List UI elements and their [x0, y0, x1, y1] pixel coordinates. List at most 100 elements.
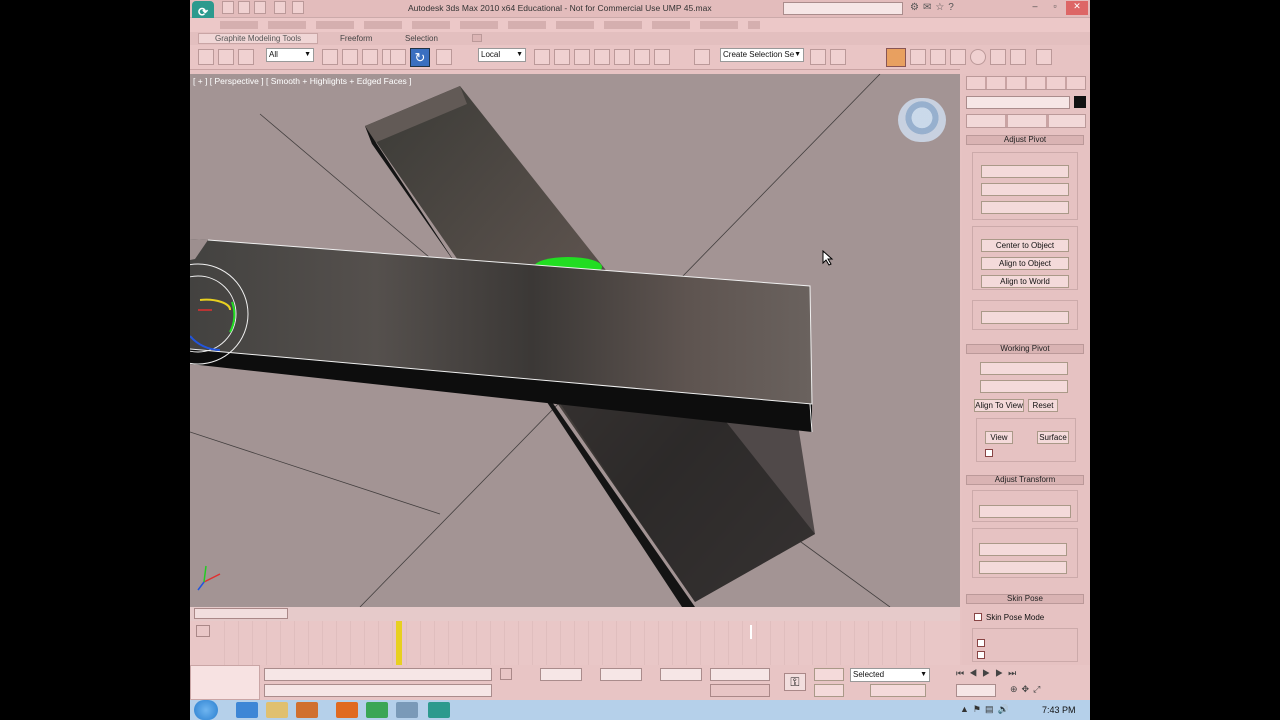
z-coordinate-field[interactable]	[660, 668, 702, 681]
schematic-view-icon[interactable]	[950, 49, 966, 65]
select-manipulate-icon[interactable]	[554, 49, 570, 65]
maximize-button[interactable]: ▫	[1046, 1, 1064, 15]
render-setup-icon[interactable]	[990, 49, 1006, 65]
edit-working-pivot-button[interactable]	[980, 362, 1068, 375]
unlink-icon[interactable]	[238, 49, 254, 65]
tab-graphite-modeling-tools[interactable]: Graphite Modeling Tools	[198, 33, 319, 44]
ribbon-toggle-icon[interactable]	[472, 34, 482, 42]
link-icon[interactable]	[218, 49, 234, 65]
undo-icon[interactable]	[274, 1, 286, 14]
navigation-controls[interactable]: ⊕✥⤢	[1010, 684, 1088, 697]
taskbar-clock[interactable]: 7:43 PM	[1042, 705, 1076, 715]
layer-manager-icon[interactable]	[886, 48, 906, 67]
curve-editor-icon[interactable]	[930, 49, 946, 65]
working-pivot-rollout-header[interactable]: Working Pivot	[966, 344, 1084, 354]
tray-icons[interactable]: ▲⚑▤🔊	[960, 704, 1040, 716]
media-player-icon[interactable]	[296, 702, 318, 718]
position-checkbox[interactable]	[977, 639, 985, 647]
reset-pivot-button[interactable]	[981, 311, 1069, 324]
region-select-icon[interactable]	[362, 49, 378, 65]
viewcube-icon[interactable]	[898, 98, 946, 142]
rendered-frame-icon[interactable]	[1010, 49, 1026, 65]
place-pivot-surface-button[interactable]: Surface	[1037, 431, 1069, 444]
skin-pose-mode-checkbox[interactable]	[974, 613, 982, 621]
center-to-object-button[interactable]: Center to Object	[981, 239, 1069, 252]
adjust-pivot-rollout-header[interactable]: Adjust Pivot	[966, 135, 1084, 145]
help-search-input[interactable]	[783, 2, 903, 15]
skin-pose-rollout-header[interactable]: Skin Pose	[966, 594, 1084, 604]
move-icon[interactable]	[390, 49, 406, 65]
set-key-button[interactable]	[814, 684, 844, 697]
maxscript-listener[interactable]	[190, 665, 260, 700]
command-panel-tabs[interactable]	[966, 76, 1086, 90]
affect-object-only-button[interactable]	[981, 183, 1069, 196]
rotation-checkbox[interactable]	[977, 651, 985, 659]
key-filters-button[interactable]	[870, 684, 926, 697]
perspective-viewport[interactable]: [ + ] [ Perspective ] [ Smooth + Highlig…	[190, 74, 960, 607]
place-pivot-view-button[interactable]: View	[985, 431, 1013, 444]
pivot-center-icon[interactable]	[534, 49, 550, 65]
menu-items[interactable]	[220, 21, 760, 29]
set-key-icon[interactable]: ⚿	[784, 673, 806, 691]
open-file-icon[interactable]	[238, 1, 250, 14]
graphite-toggle-icon[interactable]	[910, 49, 926, 65]
time-slider[interactable]	[190, 607, 960, 621]
keyboard-shortcut-icon[interactable]	[574, 49, 590, 65]
viewport-label[interactable]: [ + ] [ Perspective ] [ Smooth + Highlig…	[193, 76, 412, 86]
named-selection-set-dropdown[interactable]: Create Selection Se ▼	[720, 48, 804, 62]
reference-coord-dropdown[interactable]: Local ▼	[478, 48, 526, 62]
snaps-toggle-icon[interactable]	[594, 49, 610, 65]
close-button[interactable]: ✕	[1066, 1, 1088, 15]
dont-affect-children-button[interactable]	[979, 505, 1071, 518]
y-coordinate-field[interactable]	[600, 668, 642, 681]
use-working-pivot-button[interactable]	[980, 380, 1068, 393]
adjust-transform-rollout-header[interactable]: Adjust Transform	[966, 475, 1084, 485]
spinner-snap-icon[interactable]	[654, 49, 670, 65]
align-to-view-button[interactable]: Align To View	[974, 399, 1024, 412]
3dsmax-taskbar-icon[interactable]	[428, 702, 450, 718]
track-bar[interactable]	[190, 621, 960, 665]
reset-scale-button[interactable]	[979, 561, 1067, 574]
render-production-icon[interactable]	[1036, 49, 1052, 65]
affect-hierarchy-only-button[interactable]	[981, 201, 1069, 214]
mini-curve-editor-icon[interactable]	[196, 625, 210, 637]
select-by-name-icon[interactable]	[342, 49, 358, 65]
scale-icon[interactable]	[436, 49, 452, 65]
affect-pivot-only-button[interactable]	[981, 165, 1069, 178]
redo-icon[interactable]	[292, 1, 304, 14]
reset-transform-button[interactable]	[979, 543, 1067, 556]
tab-freeform[interactable]: Freeform	[340, 34, 372, 43]
firefox-icon[interactable]	[336, 702, 358, 718]
lock-selection-icon[interactable]	[500, 668, 512, 680]
tab-selection[interactable]: Selection	[405, 34, 438, 43]
keyframe-marker[interactable]	[396, 621, 402, 665]
help-icons[interactable]: ⚙✉☆?	[910, 2, 1002, 15]
reset-working-pivot-button[interactable]: Reset	[1028, 399, 1058, 412]
add-time-tag-button[interactable]	[710, 684, 770, 697]
align-to-object-button[interactable]: Align to Object	[981, 257, 1069, 270]
time-slider-handle[interactable]	[194, 608, 288, 619]
object-name-field[interactable]	[966, 96, 1070, 109]
key-filter-dropdown[interactable]: Selected ▼	[850, 668, 930, 682]
playback-controls[interactable]: ⏮◀▶▶⏭	[956, 668, 1086, 681]
explorer-icon[interactable]	[266, 702, 288, 718]
align-to-world-button[interactable]: Align to World	[981, 275, 1069, 288]
align-to-view-checkbox[interactable]	[985, 449, 993, 457]
mirror-icon[interactable]	[810, 49, 826, 65]
percent-snap-icon[interactable]	[634, 49, 650, 65]
current-frame-field[interactable]	[956, 684, 996, 697]
camtasia-icon[interactable]	[396, 702, 418, 718]
minimize-button[interactable]: –	[1026, 1, 1044, 15]
undo-toolbar-icon[interactable]	[198, 49, 214, 65]
edit-named-selection-icon[interactable]	[694, 49, 710, 65]
ie-icon[interactable]	[236, 702, 258, 718]
start-button[interactable]	[194, 700, 218, 720]
object-color-swatch[interactable]	[1074, 96, 1086, 108]
hierarchy-tabs[interactable]	[966, 114, 1086, 128]
angle-snap-icon[interactable]	[614, 49, 630, 65]
material-editor-icon[interactable]	[970, 49, 986, 65]
new-file-icon[interactable]	[222, 1, 234, 14]
auto-key-button[interactable]	[814, 668, 844, 681]
x-coordinate-field[interactable]	[540, 668, 582, 681]
selection-filter-dropdown[interactable]: All ▼	[266, 48, 314, 62]
